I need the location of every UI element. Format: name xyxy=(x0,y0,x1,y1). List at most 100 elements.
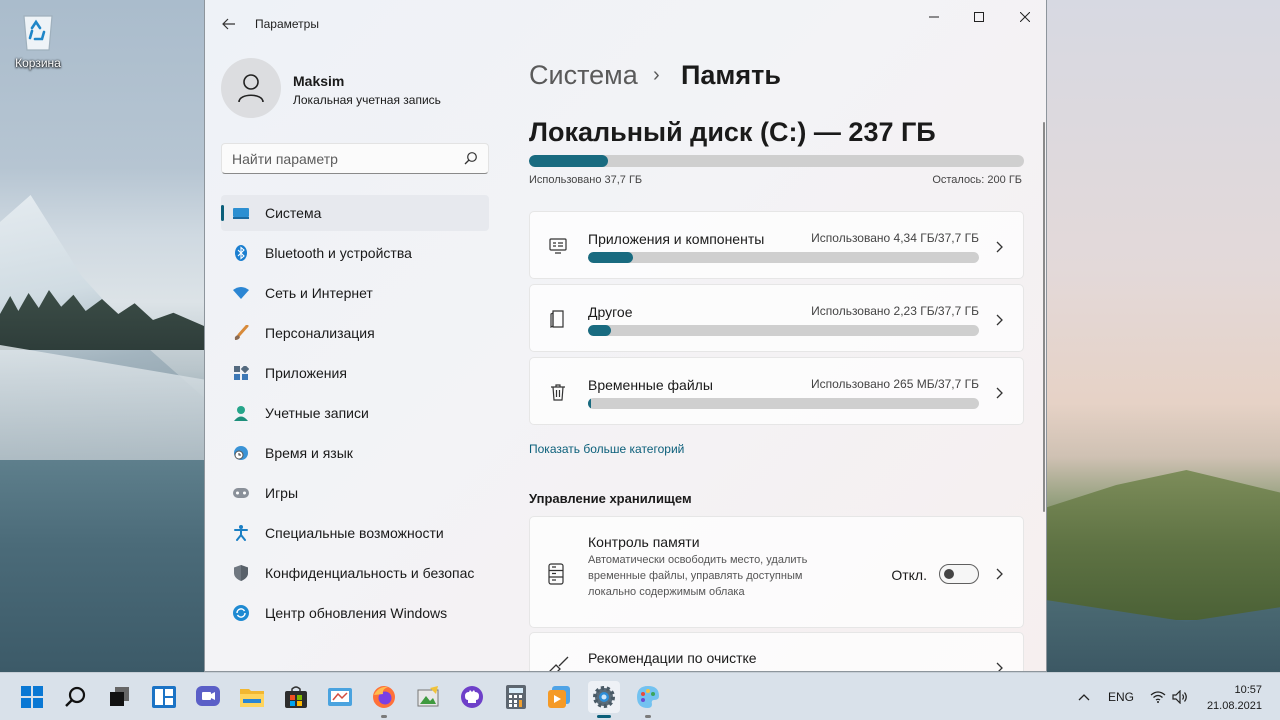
maximize-icon xyxy=(974,12,984,22)
scrollbar[interactable] xyxy=(1043,122,1045,512)
category-bar xyxy=(588,252,979,263)
category-used: Использовано 2,23 ГБ/37,7 ГБ xyxy=(811,304,979,318)
media-player-icon xyxy=(548,686,570,708)
taskbar-search-button[interactable] xyxy=(60,681,92,713)
close-button[interactable] xyxy=(1002,0,1046,34)
brush-icon xyxy=(233,325,249,341)
user-name: Maksim xyxy=(293,73,345,89)
running-indicator xyxy=(381,715,387,718)
category-bar xyxy=(588,398,979,409)
show-hidden-icons-button[interactable] xyxy=(1078,673,1090,720)
person-icon xyxy=(233,405,249,421)
minimize-icon xyxy=(929,16,939,18)
avatar[interactable] xyxy=(221,58,281,118)
search-box xyxy=(221,143,489,174)
sidebar-item-label: Приложения xyxy=(265,365,347,381)
maximize-button[interactable] xyxy=(956,0,1002,34)
bluetooth-icon xyxy=(233,245,249,261)
sidebar-item-time-language[interactable]: Время и язык xyxy=(221,435,489,471)
broom-icon xyxy=(548,655,570,671)
sidebar-item-personalization[interactable]: Персонализация xyxy=(221,315,489,351)
sidebar-item-label: Персонализация xyxy=(265,325,375,341)
task-view-button[interactable] xyxy=(104,681,136,713)
monitor-icon xyxy=(233,205,249,221)
file-explorer-button[interactable] xyxy=(236,681,268,713)
storage-sense-toggle[interactable] xyxy=(939,564,979,584)
taskbar: ENG 10:57 21.08.2021 xyxy=(0,672,1280,720)
apps-list-icon xyxy=(548,236,568,256)
media-player-button[interactable] xyxy=(544,681,576,713)
file-explorer-icon xyxy=(240,689,264,707)
sidebar-item-apps[interactable]: Приложения xyxy=(221,355,489,391)
start-button[interactable] xyxy=(16,681,48,713)
sidebar-item-label: Центр обновления Windows xyxy=(265,605,448,621)
breadcrumb-root[interactable]: Система xyxy=(529,60,638,91)
image-editor-button[interactable] xyxy=(412,681,444,713)
category-apps[interactable]: Приложения и компоненты Использовано 4,3… xyxy=(529,211,1024,279)
arrow-left-icon xyxy=(222,18,235,30)
cleanup-recommendations-card[interactable]: Рекомендации по очистке xyxy=(529,632,1024,671)
sidebar-item-windows-update[interactable]: Центр обновления Windows xyxy=(221,595,489,631)
sidebar-item-system[interactable]: Система xyxy=(221,195,489,231)
store-icon xyxy=(285,686,307,708)
paint-button[interactable] xyxy=(632,681,664,718)
firefox-icon xyxy=(373,686,395,708)
category-used: Использовано 4,34 ГБ/37,7 ГБ xyxy=(811,231,979,245)
sidebar-item-gaming[interactable]: Игры xyxy=(221,475,489,511)
app-title: Параметры xyxy=(255,17,319,31)
widgets-button[interactable] xyxy=(148,681,180,713)
widgets-icon xyxy=(152,686,176,708)
control-panel-button[interactable] xyxy=(324,681,356,713)
desktop-recycle-bin[interactable]: Корзина xyxy=(10,10,66,70)
chevron-right-icon xyxy=(993,386,1005,399)
chevron-right-icon xyxy=(993,313,1005,326)
trash-icon xyxy=(548,382,568,402)
store-button[interactable] xyxy=(280,681,312,713)
show-more-categories-link[interactable]: Показать больше категорий xyxy=(529,442,684,456)
chat-button[interactable] xyxy=(192,681,224,713)
category-used: Использовано 265 МБ/37,7 ГБ xyxy=(811,377,979,391)
running-indicator xyxy=(645,715,651,718)
disk-usage-fill xyxy=(529,155,608,167)
disk-free-text: Осталось: 200 ГБ xyxy=(932,174,1022,186)
back-button[interactable] xyxy=(217,12,241,36)
sidebar-item-accessibility[interactable]: Специальные возможности xyxy=(221,515,489,551)
breadcrumb-separator: › xyxy=(653,64,660,86)
sidebar-item-label: Конфиденциальность и безопасность xyxy=(265,565,475,581)
volume-icon xyxy=(1172,690,1187,704)
sidebar-item-label: Система xyxy=(265,205,322,221)
search-icon[interactable] xyxy=(464,151,478,170)
disk-usage-bar xyxy=(529,155,1024,167)
settings-button[interactable] xyxy=(588,681,620,718)
storage-sense-title: Контроль памяти xyxy=(588,534,700,550)
chevron-up-icon xyxy=(1078,694,1090,701)
category-temp-files[interactable]: Временные файлы Использовано 265 МБ/37,7… xyxy=(529,357,1024,425)
close-icon xyxy=(1020,12,1030,22)
minimize-button[interactable] xyxy=(911,0,957,34)
search-icon xyxy=(65,686,86,707)
sidebar-item-bluetooth[interactable]: Bluetooth и устройства xyxy=(221,235,489,271)
toggle-knob xyxy=(944,569,954,579)
taskbar-clock[interactable]: 10:57 21.08.2021 xyxy=(1207,682,1262,714)
sidebar-item-accounts[interactable]: Учетные записи xyxy=(221,395,489,431)
sidebar-item-network[interactable]: Сеть и Интернет xyxy=(221,275,489,311)
category-name: Приложения и компоненты xyxy=(588,231,765,247)
sidebar-item-label: Сеть и Интернет xyxy=(265,285,373,301)
category-bar xyxy=(588,325,979,336)
person-icon xyxy=(238,74,264,103)
title-bar: Параметры xyxy=(205,0,1046,48)
calculator-button[interactable] xyxy=(500,681,532,713)
storage-sense-card[interactable]: Контроль памяти Автоматически освободить… xyxy=(529,516,1024,628)
update-icon xyxy=(233,605,249,621)
github-button[interactable] xyxy=(456,681,488,713)
search-input[interactable] xyxy=(232,151,452,167)
firefox-button[interactable] xyxy=(368,681,400,718)
clock-globe-icon xyxy=(233,445,249,461)
disk-used-text: Использовано 37,7 ГБ xyxy=(529,174,643,186)
category-other[interactable]: Другое Использовано 2,23 ГБ/37,7 ГБ xyxy=(529,284,1024,352)
sidebar-item-privacy[interactable]: Конфиденциальность и безопасность xyxy=(221,555,489,591)
sidebar-item-label: Специальные возможности xyxy=(265,525,444,541)
language-indicator[interactable]: ENG xyxy=(1108,673,1134,720)
apps-icon xyxy=(233,365,249,381)
network-volume-area[interactable] xyxy=(1150,673,1188,720)
